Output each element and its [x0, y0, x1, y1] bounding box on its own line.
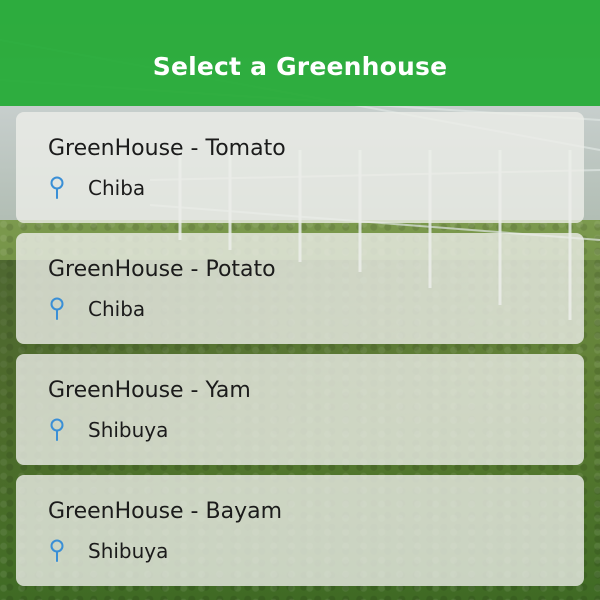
greenhouse-selection-screen: Select a Greenhouse GreenHouse - Tomato … [0, 0, 600, 600]
greenhouse-location: Shibuya [48, 418, 168, 442]
location-label: Shibuya [88, 539, 169, 563]
greenhouse-card-potato[interactable]: GreenHouse - Potato Chiba [16, 233, 584, 344]
location-label: Chiba [88, 176, 146, 200]
location-pin-icon [50, 176, 64, 199]
location-pin-icon [50, 418, 64, 441]
location-label: Chiba [88, 297, 146, 321]
greenhouse-name: GreenHouse - Yam [48, 378, 251, 403]
greenhouse-name: GreenHouse - Bayam [48, 499, 282, 524]
greenhouse-name: GreenHouse - Tomato [48, 136, 286, 161]
location-pin-icon [50, 539, 64, 562]
greenhouse-location: Chiba [48, 176, 145, 200]
greenhouse-location: Shibuya [48, 539, 168, 563]
greenhouse-name: GreenHouse - Potato [48, 257, 276, 282]
greenhouse-card-tomato[interactable]: GreenHouse - Tomato Chiba [16, 112, 584, 223]
app-header: Select a Greenhouse [0, 0, 600, 106]
page-title: Select a Greenhouse [152, 51, 448, 81]
greenhouse-card-yam[interactable]: GreenHouse - Yam Shibuya [16, 354, 584, 465]
greenhouse-card-bayam[interactable]: GreenHouse - Bayam Shibuya [16, 475, 584, 586]
greenhouse-location: Chiba [48, 297, 145, 321]
greenhouse-list: GreenHouse - Tomato Chiba GreenHouse - P… [16, 112, 584, 596]
location-label: Shibuya [88, 418, 169, 442]
location-pin-icon [50, 297, 64, 320]
